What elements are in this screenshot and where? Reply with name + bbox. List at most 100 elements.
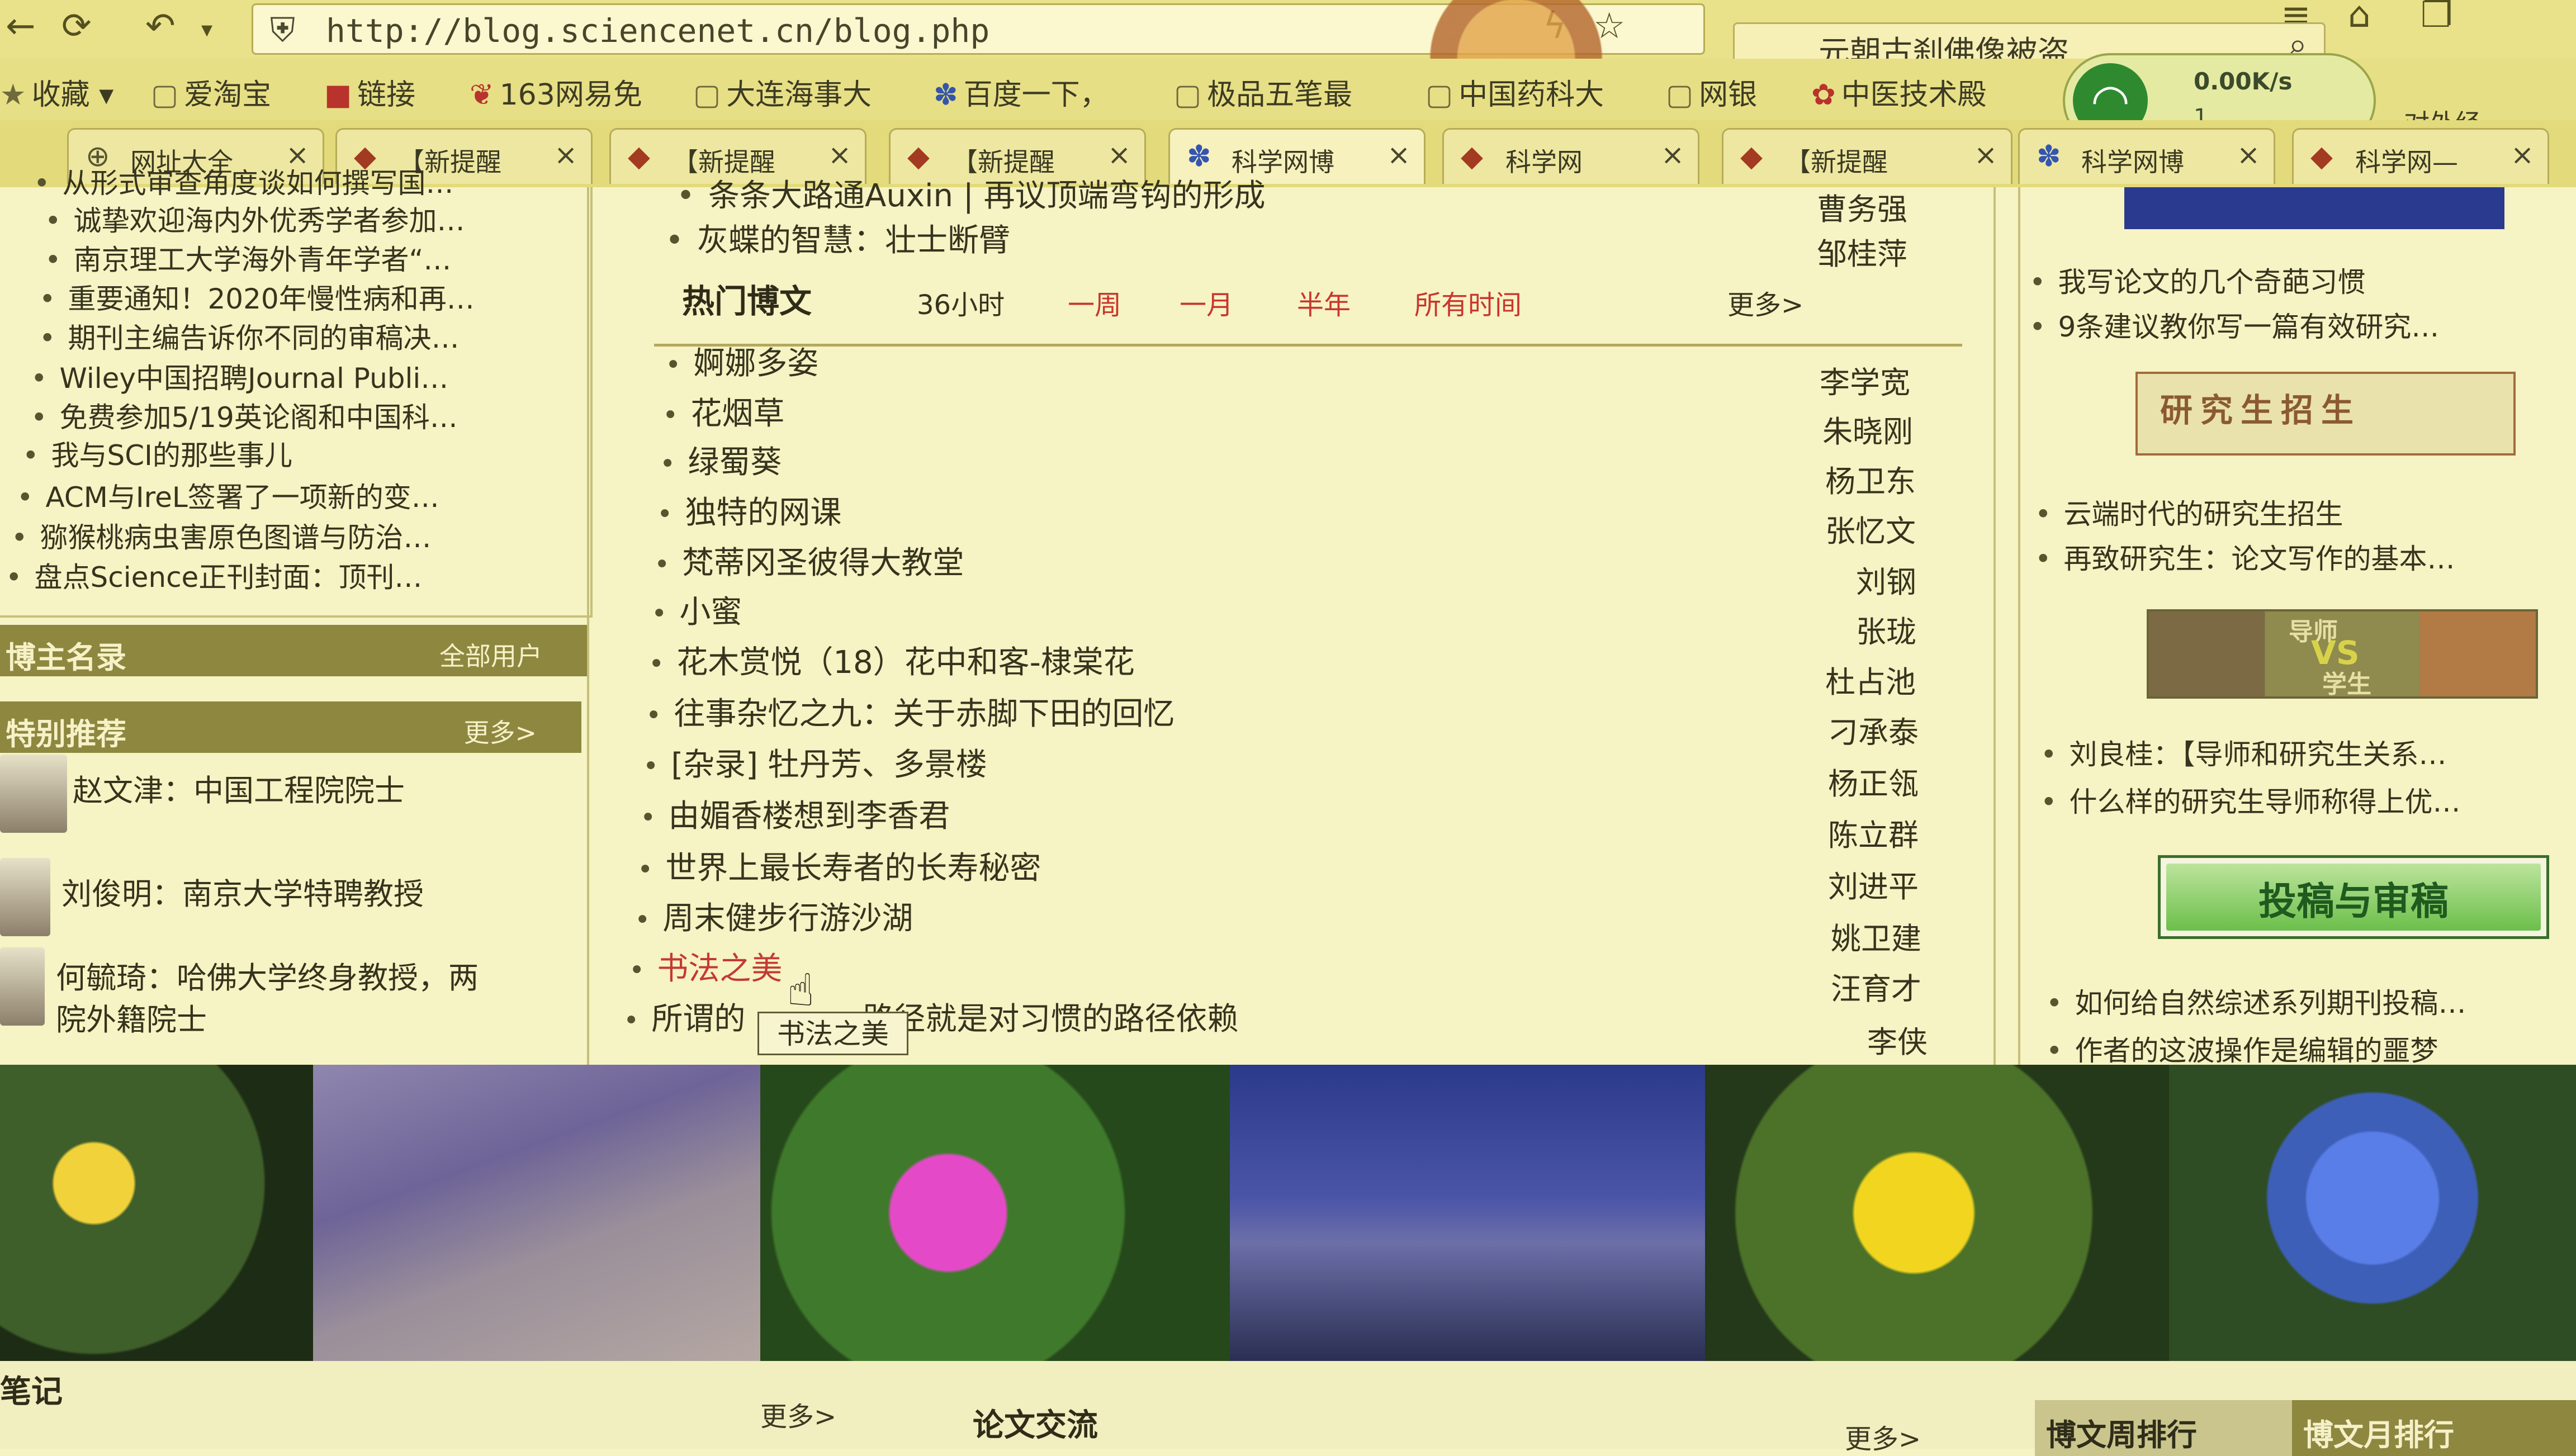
bookmark-item[interactable]: ■ 链接 xyxy=(324,71,415,113)
filter-half-year[interactable]: 半年 xyxy=(1297,283,1351,322)
hot-post-author[interactable]: 朱晓刚 xyxy=(1822,407,1913,451)
pink-flower-photo[interactable] xyxy=(760,1065,1230,1361)
post-link[interactable]: • 条条大路通Auxin | 再议顶端弯钩的形成 xyxy=(676,170,1266,216)
post-author[interactable]: 曹务强 xyxy=(1817,184,1907,229)
sidebar-link[interactable]: • 9条建议教你写一篇有效研究… xyxy=(2029,305,2439,345)
recommended-blogger[interactable]: 何毓琦：哈佛大学终身教授，两 院外籍院士 xyxy=(0,942,587,1037)
filter-month[interactable]: 一月 xyxy=(1180,283,1233,322)
news-link[interactable]: • 南京理工大学海外青年学者“… xyxy=(45,238,451,278)
news-link[interactable]: • 免费参加5/19英论阁和中国科… xyxy=(31,395,458,435)
hot-post[interactable]: • [杂录] 牡丹芳、多景楼 xyxy=(643,739,987,785)
close-icon[interactable]: × xyxy=(1974,139,1997,171)
window-restore-icon[interactable]: ❐ xyxy=(2421,0,2452,36)
news-link[interactable]: • 诚挚欢迎海内外优秀学者参加… xyxy=(45,198,465,239)
hot-post-author[interactable]: 杜占池 xyxy=(1825,657,1916,701)
tab-weekly-ranking[interactable]: 博文周排行 xyxy=(2035,1400,2292,1456)
hot-post[interactable]: • 周末健步行游沙湖 xyxy=(634,893,913,938)
close-icon[interactable]: × xyxy=(1107,139,1131,171)
news-link[interactable]: • 期刊主编告诉你不同的审稿决… xyxy=(39,316,460,356)
recommend-more-link[interactable]: 更多> xyxy=(463,713,537,750)
browser-tab[interactable]: ✽ 科学网博 × xyxy=(2018,128,2275,184)
submit-and-review-button[interactable]: 投稿与审稿 xyxy=(2158,855,2549,939)
sidebar-link[interactable]: • 作者的这波操作是编辑的噩梦 xyxy=(2046,1028,2438,1069)
lake-photo[interactable] xyxy=(1230,1065,1705,1361)
bookmark-item[interactable]: ▢ 爱淘宝 xyxy=(151,71,271,113)
close-icon[interactable]: × xyxy=(2237,139,2260,171)
hot-post-author[interactable]: 刁承泰 xyxy=(1828,708,1919,752)
hot-post-author[interactable]: 杨正瓴 xyxy=(1828,759,1919,803)
hot-post[interactable]: • 婀娜多姿 xyxy=(665,338,818,383)
hot-post-author[interactable]: 汪育才 xyxy=(1831,964,1921,1008)
yellow-blossom-photo[interactable] xyxy=(1705,1065,2169,1361)
bookmark-item[interactable]: ▢ 中国药科大 xyxy=(1426,71,1604,113)
hot-post-author[interactable]: 杨卫东 xyxy=(1825,457,1916,501)
chevron-down-icon[interactable]: ▾ xyxy=(201,17,212,42)
browser-tab[interactable]: ◆ 科学网 × xyxy=(1442,128,1699,184)
url-text[interactable]: http://blog.sciencenet.cn/blog.php xyxy=(326,12,989,50)
hot-post-author[interactable]: 李学宽 xyxy=(1820,358,1910,402)
notes-more-link[interactable]: 更多> xyxy=(760,1395,836,1434)
hot-post[interactable]: • 独特的网课 xyxy=(657,487,841,533)
hot-more-link[interactable]: 更多> xyxy=(1727,283,1803,322)
hot-post[interactable]: • 绿蜀葵 xyxy=(660,437,782,482)
blue-banner-image[interactable] xyxy=(2124,187,2504,229)
filter-36h[interactable]: 36小时 xyxy=(917,283,1005,322)
close-icon[interactable]: × xyxy=(554,139,577,171)
hot-post-author[interactable]: 刘进平 xyxy=(1828,862,1919,906)
news-link[interactable]: • 重要通知！2020年慢性病和再… xyxy=(39,277,475,317)
bookmark-item[interactable]: ❦ 163网易免 xyxy=(470,71,642,113)
sidebar-link[interactable]: • 什么样的研究生导师称得上优… xyxy=(2040,780,2461,820)
news-link[interactable]: • Wiley中国招聘Journal Publi… xyxy=(31,356,448,396)
graduate-admission-banner[interactable]: 研究生招生 xyxy=(2135,372,2516,456)
browser-tab[interactable]: ◆ 【新提醒 × xyxy=(1722,128,2012,184)
hot-post-author[interactable]: 刘钢 xyxy=(1856,557,1916,601)
recommended-blogger[interactable]: 刘俊明：南京大学特聘教授 xyxy=(0,852,587,942)
hot-post[interactable]: • 梵蒂冈圣彼得大教堂 xyxy=(654,538,964,583)
browser-tab[interactable]: ◆ 科学网— × xyxy=(2292,128,2549,184)
hot-post[interactable]: • 花烟草 xyxy=(662,388,784,434)
back-icon[interactable]: ← xyxy=(6,6,36,47)
refresh-icon[interactable]: ⟳ xyxy=(61,6,92,47)
undo-icon[interactable]: ↶ xyxy=(145,6,176,47)
hot-post-author[interactable]: 陈立群 xyxy=(1828,810,1919,855)
news-link[interactable]: • 我与SCI的那些事儿 xyxy=(22,433,292,473)
hot-post[interactable]: • 小蜜 xyxy=(651,587,742,632)
bookmark-item[interactable]: ▢ 极品五笔最 xyxy=(1174,71,1352,113)
close-icon[interactable]: × xyxy=(1387,139,1410,171)
news-link[interactable]: • 盘点Science正刊封面：顶刊… xyxy=(6,555,422,595)
tab-monthly-ranking[interactable]: 博文月排行 xyxy=(2292,1400,2576,1456)
all-users-link[interactable]: 全部用户 xyxy=(439,636,542,673)
avatar[interactable] xyxy=(0,755,67,833)
bookmark-item[interactable]: ✿ 中医技术殿 xyxy=(1811,71,1987,113)
bookmark-item[interactable]: ✽ 百度一下， xyxy=(934,71,1109,113)
home-icon[interactable]: ⌂ xyxy=(2348,0,2371,36)
sidebar-link[interactable]: • 再致研究生：论文写作的基本… xyxy=(2035,537,2455,577)
yellow-flower-photo[interactable] xyxy=(0,1065,313,1361)
avatar[interactable] xyxy=(0,947,45,1026)
post-link[interactable]: • 灰蝶的智慧：壮士断臂 xyxy=(665,215,1010,260)
sidebar-link[interactable]: • 刘良桂：【导师和研究生关系… xyxy=(2040,732,2447,772)
filter-all-time[interactable]: 所有时间 xyxy=(1414,283,1522,322)
hot-post-author[interactable]: 张珑 xyxy=(1856,607,1916,651)
hot-post-hovered[interactable]: • 书法之美 xyxy=(629,943,782,989)
hot-post[interactable]: • 花木赏悦（18）花中和客-棣棠花 xyxy=(648,637,1135,682)
filter-week[interactable]: 一周 xyxy=(1068,283,1121,322)
recommended-blogger[interactable]: 赵文津：中国工程院院士 xyxy=(0,749,587,838)
advisor-vs-student-banner[interactable]: 导师 VS 学生 xyxy=(2147,609,2538,699)
close-icon[interactable]: × xyxy=(2511,139,2534,171)
papers-more-link[interactable]: 更多> xyxy=(1845,1417,1921,1456)
hot-post[interactable]: • 往事杂忆之九：关于赤脚下田的回忆 xyxy=(646,689,1175,734)
hot-post-author[interactable]: 姚卫建 xyxy=(1831,914,1921,958)
mountain-photo[interactable] xyxy=(313,1065,760,1361)
avatar[interactable] xyxy=(0,858,50,936)
bookmark-item[interactable]: ▢ 大连海事大 xyxy=(693,71,872,113)
sidebar-link[interactable]: • 如何给自然综述系列期刊投稿… xyxy=(2046,981,2466,1021)
sidebar-link[interactable]: • 我写论文的几个奇葩习惯 xyxy=(2029,260,2366,300)
news-link[interactable]: • 猕猴桃病虫害原色图谱与防治… xyxy=(11,515,432,556)
bookmark-item[interactable]: ▢ 网银 xyxy=(1666,71,1757,113)
hot-post[interactable]: • 由媚香楼想到李香君 xyxy=(640,791,950,836)
post-author[interactable]: 邹桂萍 xyxy=(1817,229,1907,273)
news-link[interactable]: • 从形式审查角度谈如何撰写国… xyxy=(34,161,454,201)
blue-flower-photo[interactable] xyxy=(2169,1065,2576,1361)
sidebar-link[interactable]: • 云端时代的研究生招生 xyxy=(2035,492,2343,532)
